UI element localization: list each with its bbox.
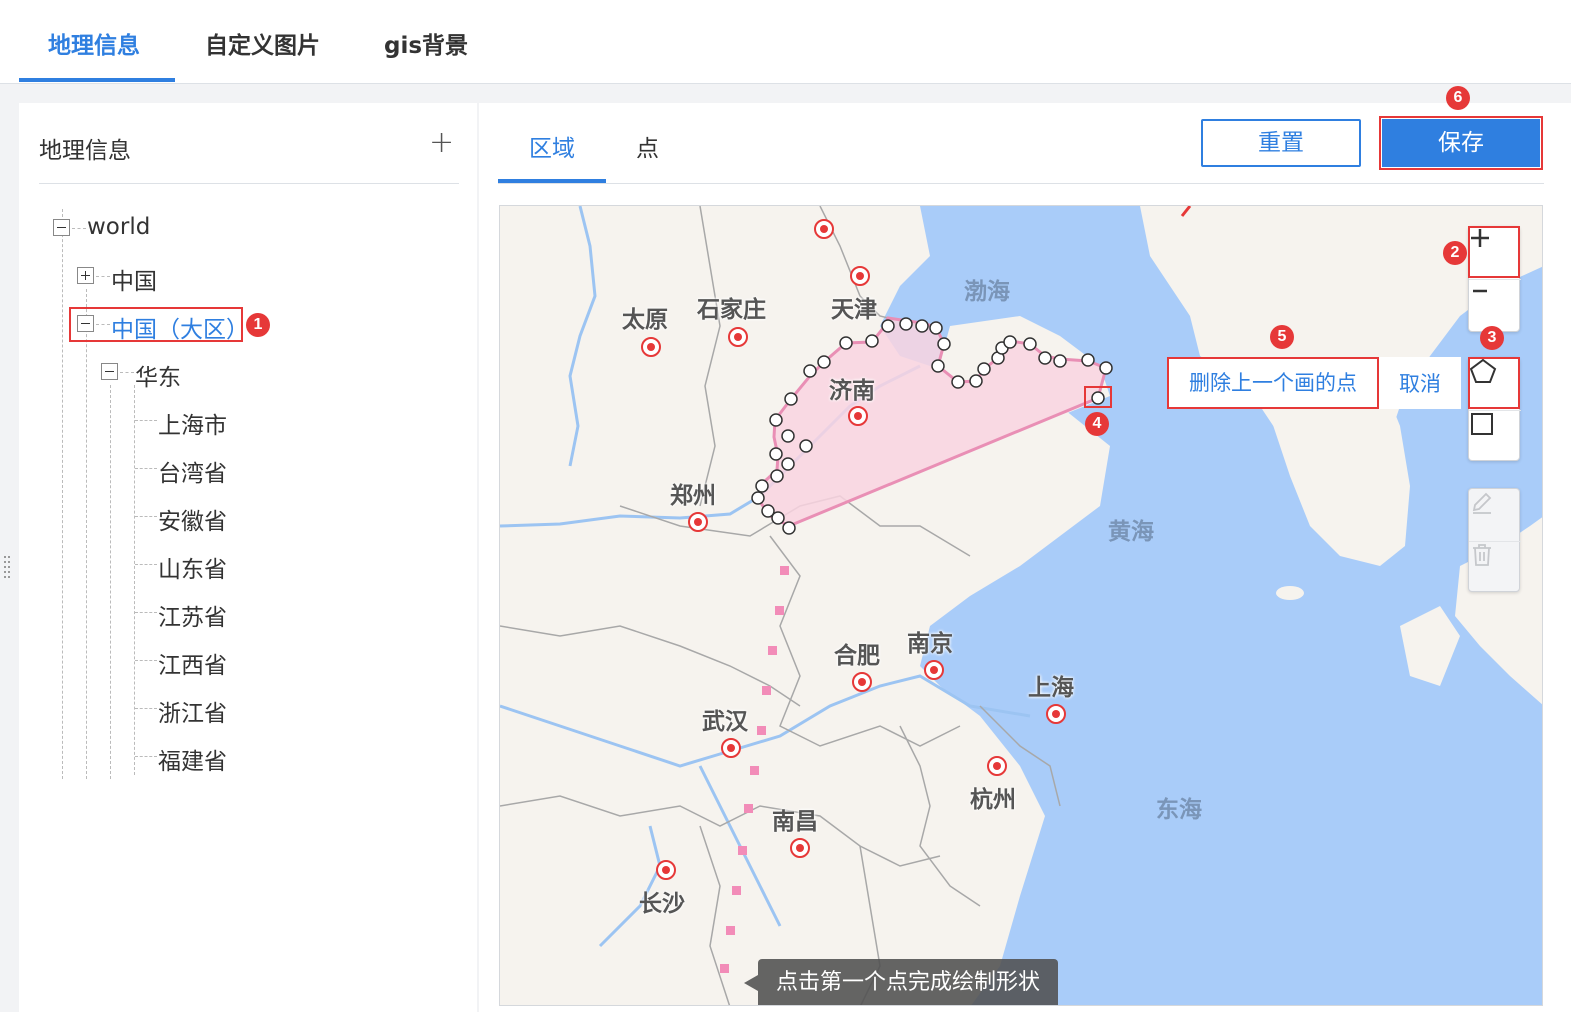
collapse-icon[interactable] [53, 219, 70, 236]
map-sea-label: 渤海 [964, 279, 1010, 305]
map-city-label: 南京 [907, 631, 953, 657]
map-city-label: 合肥 [834, 643, 880, 669]
draw-hint-tooltip: 点击第一个点完成绘制形状 [758, 959, 1059, 1005]
geo-tree-panel: 地理信息 + world 中国 中国（大区） 1 华东 上海市 台湾省 安徽省 … [19, 103, 477, 1012]
map-city-label: 石家庄 [697, 297, 766, 323]
annotation-badge: 3 [1480, 326, 1504, 350]
annotation-badge: 6 [1446, 86, 1470, 110]
tree-node-province[interactable]: 山东省 [158, 550, 227, 584]
delete-last-point-button[interactable]: 删除上一个画的点 [1167, 357, 1379, 409]
tree-node-province[interactable]: 江西省 [158, 646, 227, 680]
map-sea-label: 东海 [1156, 797, 1202, 823]
trash-icon[interactable] [1469, 541, 1521, 591]
map-city-label: 上海 [1028, 675, 1074, 701]
tree-node-province[interactable]: 上海市 [158, 406, 227, 440]
map-city-label: 杭州 [970, 787, 1016, 813]
tree-node-province[interactable]: 安徽省 [158, 502, 227, 536]
map-city-label: 郑州 [670, 483, 716, 509]
tab-geo-info[interactable]: 地理信息 [48, 26, 140, 60]
reset-button[interactable]: 重置 [1201, 119, 1361, 167]
tree-node-province[interactable]: 台湾省 [158, 454, 227, 488]
tooltip-arrow [744, 975, 758, 991]
collapse-icon[interactable] [101, 363, 118, 380]
annotation-badge: 4 [1085, 412, 1109, 436]
tab-region[interactable]: 区域 [529, 129, 575, 163]
top-tab-bar: 地理信息 自定义图片 gis背景 [0, 0, 1571, 84]
tree-node-east[interactable]: 华东 [135, 358, 181, 392]
annotation-badge: 5 [1270, 325, 1294, 349]
cancel-draw-button[interactable]: 取消 [1379, 368, 1461, 398]
active-tab-indicator [19, 78, 175, 82]
map-city-label: 长沙 [639, 891, 685, 917]
map-sea-label: 黄海 [1108, 519, 1154, 545]
map-city-label: 济南 [829, 378, 875, 404]
map-city-label: 太原 [622, 307, 668, 333]
draw-action-bar: 删除上一个画的点 取消 [1167, 357, 1461, 409]
map-city-label: 武汉 [702, 709, 748, 735]
plus-icon[interactable]: + [429, 125, 454, 160]
annotation-box [1468, 357, 1520, 409]
divider [39, 183, 459, 184]
panel-resize-handle[interactable] [4, 556, 12, 584]
divider [498, 183, 1544, 184]
active-tab-indicator [498, 179, 606, 183]
rectangle-icon[interactable] [1469, 410, 1521, 460]
annotation-badge: 2 [1443, 241, 1467, 265]
tree-node-province[interactable]: 江苏省 [158, 598, 227, 632]
map-city-label: 天津 [831, 297, 877, 323]
map-canvas[interactable]: 太原 石家庄 天津 济南 郑州 合肥 南京 上海 武汉 南昌 杭州 长沙 渤海 … [499, 205, 1543, 1006]
tree-node-province[interactable]: 浙江省 [158, 694, 227, 728]
edit-icon[interactable] [1469, 489, 1521, 539]
tab-custom-image[interactable]: 自定义图片 [205, 26, 320, 60]
annotation-badge: 1 [246, 313, 270, 337]
tree-node-world[interactable]: world [87, 214, 150, 240]
annotation-box [1468, 226, 1520, 278]
expand-icon[interactable] [77, 267, 94, 284]
map-city-label: 南昌 [772, 809, 818, 835]
annotation-box [1084, 386, 1112, 408]
tree-node-china[interactable]: 中国 [111, 262, 157, 296]
tree-node-province[interactable]: 福建省 [158, 742, 227, 776]
tab-point[interactable]: 点 [636, 129, 659, 163]
annotation-box [69, 307, 243, 342]
annotation-box [1379, 116, 1543, 170]
panel-title: 地理信息 [39, 138, 131, 164]
edit-control [1468, 488, 1521, 592]
zoom-out-icon[interactable] [1469, 279, 1521, 329]
tab-gis-background[interactable]: gis背景 [384, 26, 468, 60]
